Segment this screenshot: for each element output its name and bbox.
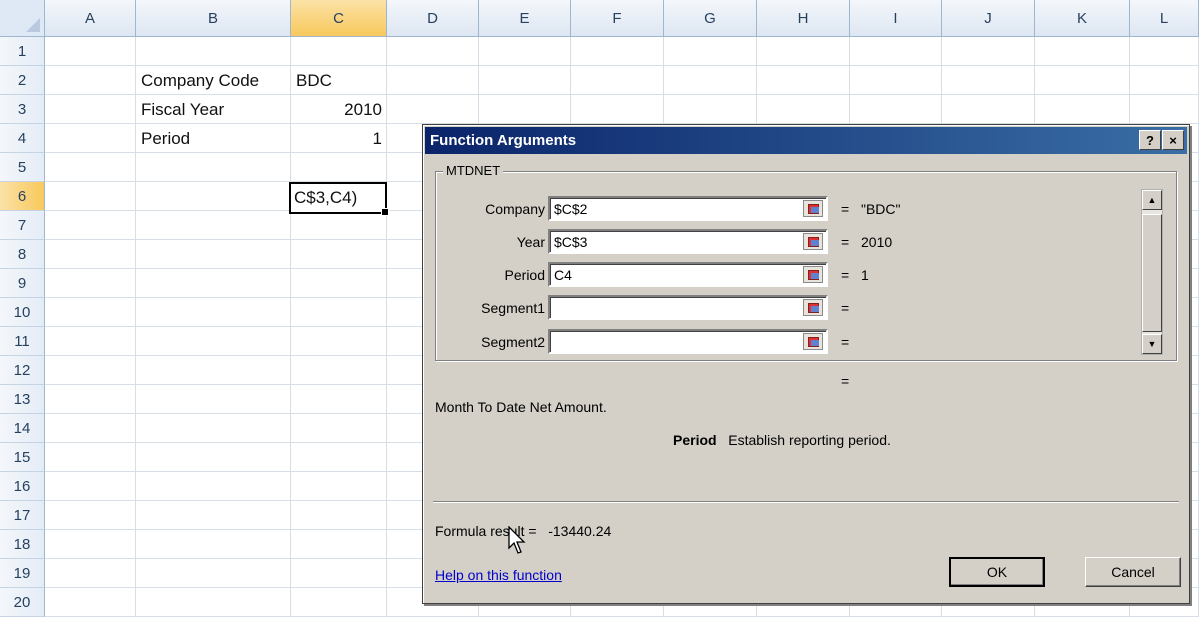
cancel-button[interactable]: Cancel <box>1085 557 1181 587</box>
row-header-7[interactable]: 7 <box>0 211 45 240</box>
row-header-19[interactable]: 19 <box>0 559 45 588</box>
column-header-l[interactable]: L <box>1130 0 1199 37</box>
collapse-dialog-icon[interactable] <box>803 333 823 350</box>
help-title-button[interactable]: ? <box>1139 130 1161 150</box>
dialog-title: Function Arguments <box>430 132 577 149</box>
collapse-dialog-icon[interactable] <box>803 200 823 217</box>
row-header-20[interactable]: 20 <box>0 588 45 617</box>
row-header-9[interactable]: 9 <box>0 269 45 298</box>
column-header-b[interactable]: B <box>136 0 291 37</box>
function-arguments-dialog: Function Arguments ? × MTDNET Company $C… <box>422 124 1190 604</box>
function-description: Month To Date Net Amount. <box>435 399 607 415</box>
column-header-f[interactable]: F <box>571 0 664 37</box>
argument-result: 1 <box>861 267 869 283</box>
column-header-e[interactable]: E <box>479 0 571 37</box>
row-header-11[interactable]: 11 <box>0 327 45 356</box>
row-header-13[interactable]: 13 <box>0 385 45 414</box>
argument-result: 2010 <box>861 234 893 250</box>
dialog-titlebar[interactable]: Function Arguments ? × <box>425 127 1187 154</box>
column-header-k[interactable]: K <box>1035 0 1130 37</box>
fill-handle[interactable] <box>381 208 389 216</box>
scroll-up-icon[interactable]: ▲ <box>1142 190 1162 210</box>
segment2-input[interactable] <box>548 329 828 354</box>
argument-equals: = <box>841 334 850 350</box>
year-input[interactable]: $C$3 <box>548 229 828 254</box>
argument-label: Year <box>516 234 545 250</box>
overall-result-equals: = <box>841 373 850 389</box>
argument-equals: = <box>841 300 850 316</box>
row-header-16[interactable]: 16 <box>0 472 45 501</box>
argument-equals: = <box>841 267 850 283</box>
collapse-dialog-icon[interactable] <box>803 266 823 283</box>
scroll-down-icon[interactable]: ▼ <box>1142 334 1162 354</box>
column-header-d[interactable]: D <box>387 0 479 37</box>
column-header-j[interactable]: J <box>942 0 1035 37</box>
formula-result-value: -13440.24 <box>548 523 612 539</box>
row-header-5[interactable]: 5 <box>0 153 45 182</box>
row-header-12[interactable]: 12 <box>0 356 45 385</box>
row-header-3[interactable]: 3 <box>0 95 45 124</box>
column-header-h[interactable]: H <box>757 0 850 37</box>
row-header-8[interactable]: 8 <box>0 240 45 269</box>
column-header-a[interactable]: A <box>45 0 136 37</box>
row-header-6[interactable]: 6 <box>0 182 45 211</box>
argument-label: Company <box>485 201 545 217</box>
row-header-1[interactable]: 1 <box>0 37 45 66</box>
collapse-dialog-icon[interactable] <box>803 299 823 316</box>
period-input[interactable]: C4 <box>548 262 828 287</box>
close-button[interactable]: × <box>1162 130 1184 150</box>
row-header-14[interactable]: 14 <box>0 414 45 443</box>
column-header-c[interactable]: C <box>291 0 387 37</box>
argument-label: Segment1 <box>481 300 545 316</box>
row-header-17[interactable]: 17 <box>0 501 45 530</box>
cell-B3[interactable]: Fiscal Year <box>136 95 291 124</box>
parameter-name: Period <box>673 432 717 448</box>
dialog-separator <box>433 501 1179 503</box>
column-header-g[interactable]: G <box>664 0 757 37</box>
ok-button[interactable]: OK <box>949 557 1045 587</box>
argument-label: Segment2 <box>481 334 545 350</box>
row-header-4[interactable]: 4 <box>0 124 45 153</box>
column-header-i[interactable]: I <box>850 0 942 37</box>
segment1-input[interactable] <box>548 295 828 320</box>
cell-C4[interactable]: 1 <box>291 124 387 153</box>
active-cell-C6[interactable]: C$3,C4) <box>289 182 389 216</box>
argument-equals: = <box>841 201 850 217</box>
cell-C2[interactable]: BDC <box>291 66 387 95</box>
cell-B4[interactable]: Period <box>136 124 291 153</box>
parameter-help: Period Establish reporting period. <box>673 432 891 448</box>
argument-result: "BDC" <box>861 201 901 217</box>
cell-B2[interactable]: Company Code <box>136 66 291 95</box>
cell-C3[interactable]: 2010 <box>291 95 387 124</box>
parameter-description: Establish reporting period. <box>728 432 891 448</box>
collapse-dialog-icon[interactable] <box>803 233 823 250</box>
row-header-15[interactable]: 15 <box>0 443 45 472</box>
arguments-scrollbar[interactable]: ▲ ▼ <box>1141 189 1163 355</box>
row-header-2[interactable]: 2 <box>0 66 45 95</box>
row-header-10[interactable]: 10 <box>0 298 45 327</box>
help-on-function-link[interactable]: Help on this function <box>435 567 562 583</box>
mouse-pointer-icon <box>508 526 526 554</box>
active-cell-formula: C$3,C4) <box>294 188 358 207</box>
select-all-corner[interactable] <box>0 0 45 37</box>
row-header-18[interactable]: 18 <box>0 530 45 559</box>
function-name: MTDNET <box>443 163 504 178</box>
argument-equals: = <box>841 234 850 250</box>
scroll-thumb[interactable] <box>1142 214 1162 332</box>
argument-label: Period <box>504 267 545 283</box>
company-input[interactable]: $C$2 <box>548 196 828 221</box>
